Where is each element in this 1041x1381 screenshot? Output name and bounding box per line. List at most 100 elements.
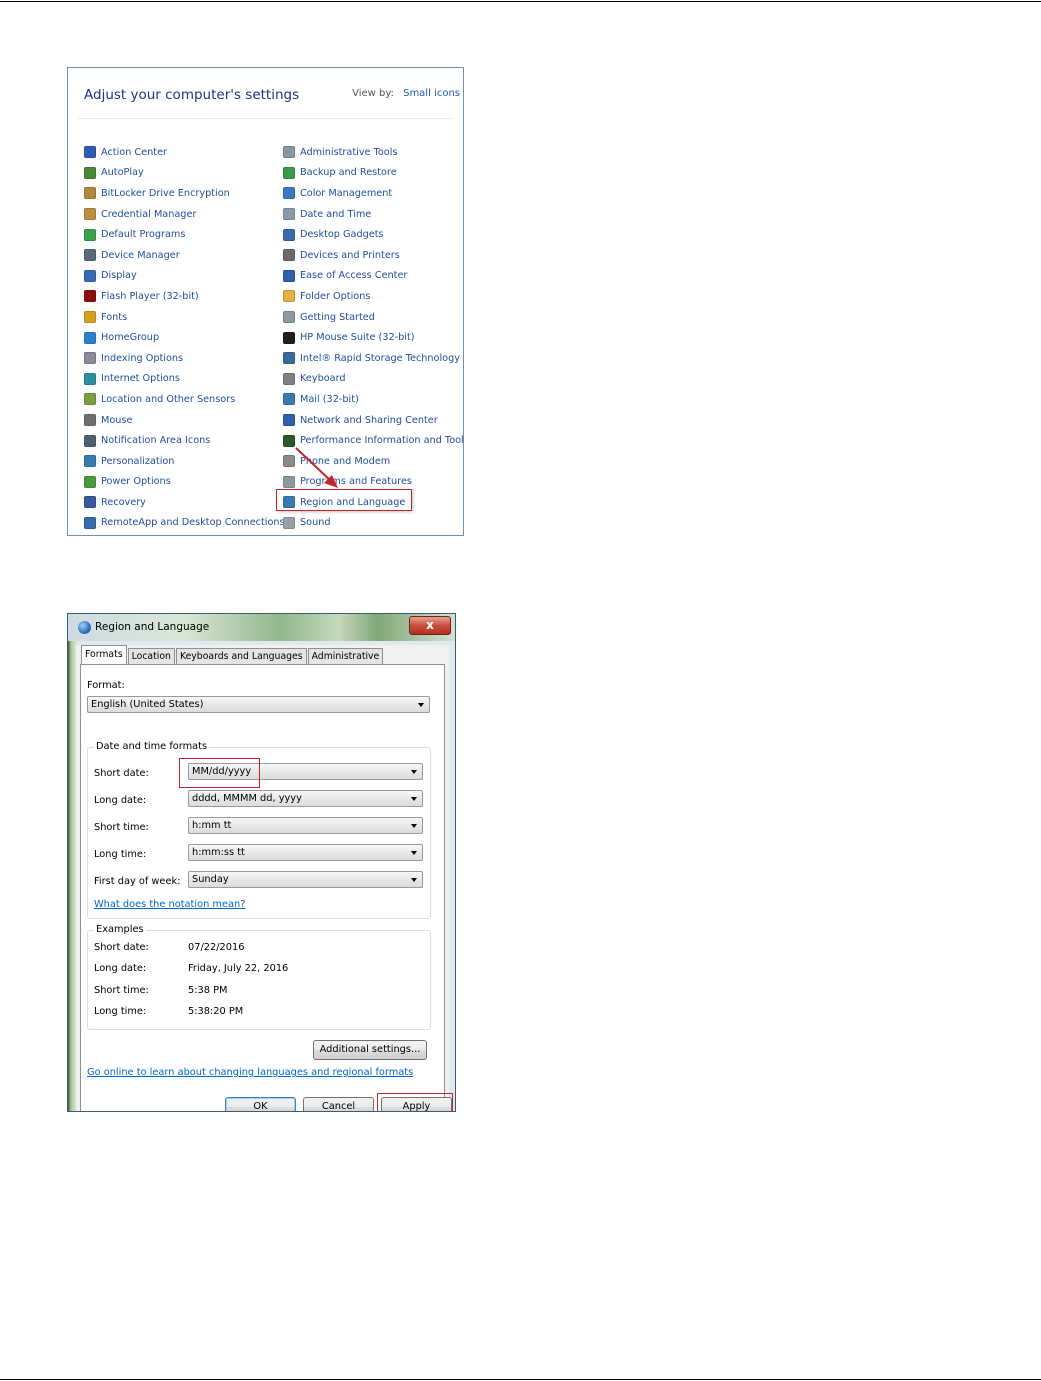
cp-item-flash-player-32-bit[interactable]: Flash Player (32-bit) [84,286,285,307]
red-arrow-annotation [295,447,338,488]
tab-strip: Formats Location Keyboards and Languages… [81,645,384,665]
printer-icon [283,249,295,262]
intel-storage-icon [283,352,295,365]
cp-item-ease-of-access-center[interactable]: Ease of Access Center [283,266,463,287]
cp-item-label: Default Programs [101,229,186,241]
short-date-label: Short date: [94,768,149,779]
device-manager-icon [84,249,96,262]
cp-item-mouse[interactable]: Mouse [84,410,285,431]
example-long-date-value: Friday, July 22, 2016 [188,963,289,974]
chevron-down-icon [411,878,417,882]
cp-item-label: Recovery [101,496,146,508]
cp-item-device-manager[interactable]: Device Manager [84,245,285,266]
close-button[interactable]: x [409,616,451,635]
cp-item-desktop-gadgets[interactable]: Desktop Gadgets [283,224,463,245]
fonts-icon [84,311,96,324]
cp-item-action-center[interactable]: Action Center [84,142,285,163]
remoteapp-icon [84,516,96,529]
cp-item-power-options[interactable]: Power Options [84,472,285,493]
ok-button[interactable]: OK [225,1097,296,1111]
cp-item-backup-and-restore[interactable]: Backup and Restore [283,163,463,184]
dialog-titlebar[interactable]: Region and Language x [68,614,455,641]
cp-item-internet-options[interactable]: Internet Options [84,369,285,390]
short-time-dropdown[interactable]: h:mm tt [188,817,423,834]
cp-item-fonts[interactable]: Fonts [84,307,285,328]
header-divider [78,118,453,119]
page-top-rule [0,1,1041,2]
cp-item-color-management[interactable]: Color Management [283,183,463,204]
cp-item-label: Personalization [101,455,175,467]
dialog-title: Region and Language [95,621,210,633]
cp-item-label: HP Mouse Suite (32-bit) [300,332,415,344]
first-day-dropdown[interactable]: Sunday [188,871,423,888]
cp-item-display[interactable]: Display [84,266,285,287]
cp-item-label: Devices and Printers [300,249,400,261]
cp-item-notification-area-icons[interactable]: Notification Area Icons [84,430,285,451]
color-management-icon [283,187,295,200]
cp-item-label: Location and Other Sensors [101,393,236,405]
cp-item-autoplay[interactable]: AutoPlay [84,163,285,184]
additional-settings-button[interactable]: Additional settings... [313,1040,427,1060]
tab-keyboards-languages[interactable]: Keyboards and Languages [175,648,307,665]
tab-formats[interactable]: Formats [81,645,127,665]
cp-item-label: Indexing Options [101,352,184,364]
mouse-icon [84,414,96,427]
cp-item-administrative-tools[interactable]: Administrative Tools [283,142,463,163]
cp-item-getting-started[interactable]: Getting Started [283,307,463,328]
example-short-time-value: 5:38 PM [188,985,228,996]
apply-button[interactable]: Apply [381,1097,452,1111]
cp-item-label: Backup and Restore [300,167,397,179]
chevron-down-icon [411,770,417,774]
cp-item-label: Color Management [300,187,393,199]
cp-item-credential-manager[interactable]: Credential Manager [84,204,285,225]
ease-of-access-icon [283,269,295,282]
cp-item-personalization[interactable]: Personalization [84,451,285,472]
cp-item-mail-32-bit[interactable]: Mail (32-bit) [283,389,463,410]
cp-item-default-programs[interactable]: Default Programs [84,224,285,245]
cp-item-keyboard[interactable]: Keyboard [283,369,463,390]
cp-item-region-and-language[interactable]: Region and Language [283,492,463,513]
hp-mouse-icon [283,331,295,344]
cp-item-sound[interactable]: Sound [283,513,463,534]
cp-item-remoteapp-and-desktop-connections[interactable]: RemoteApp and Desktop Connections [84,513,285,534]
admin-tools-icon [283,146,295,159]
online-languages-link[interactable]: Go online to learn about changing langua… [87,1067,413,1078]
tab-administrative[interactable]: Administrative [307,648,384,665]
dialog-client: Formats Location Keyboards and Languages… [76,645,453,1111]
cp-item-label: Credential Manager [101,208,197,220]
default-programs-icon [84,228,96,241]
short-date-dropdown[interactable]: MM/dd/yyyy [188,763,423,780]
tab-location[interactable]: Location [127,648,175,665]
long-time-dropdown[interactable]: h:mm:ss tt [188,844,423,861]
cp-item-label: Internet Options [101,373,180,385]
cp-item-indexing-options[interactable]: Indexing Options [84,348,285,369]
cp-item-recovery[interactable]: Recovery [84,492,285,513]
view-by-dropdown[interactable]: Small icons [403,88,460,99]
chevron-down-icon [411,824,417,828]
cp-item-homegroup[interactable]: HomeGroup [84,327,285,348]
short-time-label: Short time: [94,822,149,833]
cp-item-label: Intel® Rapid Storage Technology [300,352,460,364]
cp-item-bitlocker-drive-encryption[interactable]: BitLocker Drive Encryption [84,183,285,204]
date-time-formats-title: Date and time formats [94,741,210,752]
cancel-button[interactable]: Cancel [303,1097,374,1111]
cp-item-label: Administrative Tools [300,146,398,158]
cp-item-folder-options[interactable]: Folder Options [283,286,463,307]
cp-item-network-and-sharing-center[interactable]: Network and Sharing Center [283,410,463,431]
cp-item-date-and-time[interactable]: Date and Time [283,204,463,225]
cp-item-location-and-other-sensors[interactable]: Location and Other Sensors [84,389,285,410]
close-icon: x [426,618,434,632]
getting-started-icon [283,311,295,324]
cp-item-devices-and-printers[interactable]: Devices and Printers [283,245,463,266]
format-dropdown[interactable]: English (United States) [87,696,430,713]
backup-icon [283,166,295,179]
cp-item-label: Display [101,270,137,282]
long-date-dropdown[interactable]: dddd, MMMM dd, yyyy [188,790,423,807]
cp-item-intel-rapid-storage-technology[interactable]: Intel® Rapid Storage Technology [283,348,463,369]
cp-item-label: Ease of Access Center [300,270,408,282]
cp-item-hp-mouse-suite-32-bit[interactable]: HP Mouse Suite (32-bit) [283,327,463,348]
folder-icon [283,290,295,303]
autoplay-icon [84,166,96,179]
notation-help-link[interactable]: What does the notation mean? [94,899,245,910]
cp-item-label: Sound [300,517,331,529]
